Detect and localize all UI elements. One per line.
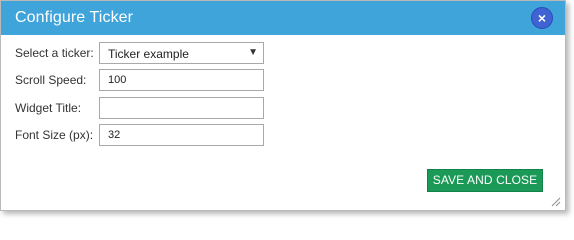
ticker-select[interactable]: Ticker example ▼ [99,42,264,64]
widget-title-input[interactable] [99,97,264,119]
ticker-row: Select a ticker: Ticker example ▼ [1,42,565,64]
resize-grip-icon[interactable] [549,195,561,207]
scroll-speed-label: Scroll Speed: [15,73,87,87]
widget-title-row: Widget Title: [1,97,565,119]
save-and-close-button[interactable]: SAVE AND CLOSE [427,169,543,192]
font-size-row: Font Size (px): [1,124,565,146]
ticker-select-value: Ticker example [108,47,189,61]
configure-ticker-dialog: Configure Ticker × Select a ticker: Tick… [0,0,566,211]
font-size-label: Font Size (px): [15,128,94,142]
widget-title-label: Widget Title: [15,101,82,115]
dialog-title: Configure Ticker [15,9,134,26]
close-button[interactable]: × [531,7,553,29]
dialog-titlebar: Configure Ticker × [1,1,565,35]
scroll-speed-input[interactable] [99,69,264,91]
close-icon: × [537,10,547,26]
dropdown-arrow-icon: ▼ [248,47,258,58]
font-size-input[interactable] [99,124,264,146]
ticker-label: Select a ticker: [15,46,94,60]
scroll-speed-row: Scroll Speed: [1,69,565,91]
